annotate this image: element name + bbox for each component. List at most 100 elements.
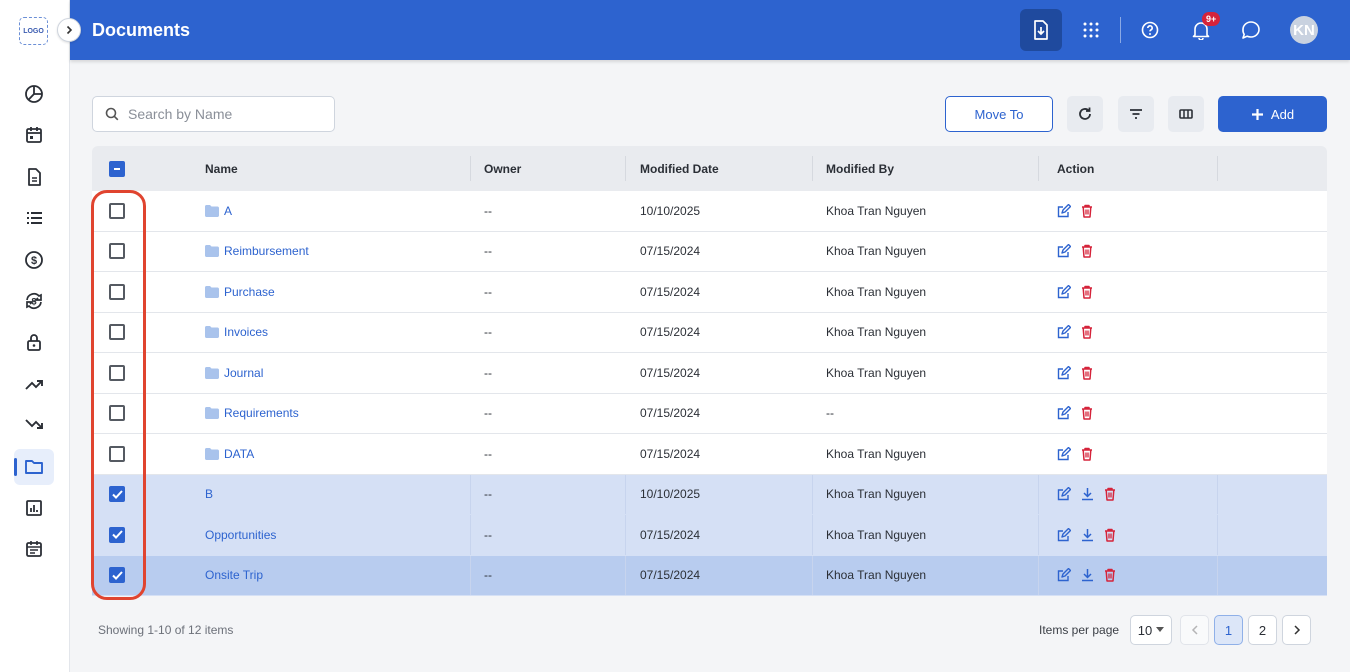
sidebar-item-income[interactable] bbox=[14, 366, 54, 402]
item-name-link[interactable]: Invoices bbox=[224, 325, 268, 339]
filter-button[interactable] bbox=[1118, 96, 1154, 132]
page-2-button[interactable]: 2 bbox=[1248, 615, 1277, 645]
column-header-modified-date[interactable]: Modified Date bbox=[640, 146, 719, 191]
sidebar-item-reports[interactable] bbox=[14, 490, 54, 526]
delete-button[interactable] bbox=[1081, 325, 1093, 339]
edit-button[interactable] bbox=[1057, 527, 1071, 542]
sidebar-item-exchange[interactable]: $ bbox=[14, 283, 54, 319]
sidebar-item-security[interactable] bbox=[14, 324, 54, 360]
edit-button[interactable] bbox=[1057, 365, 1071, 380]
sidebar-expand-button[interactable] bbox=[57, 18, 81, 42]
delete-button[interactable] bbox=[1104, 528, 1116, 542]
column-header-owner[interactable]: Owner bbox=[484, 146, 521, 191]
row-checkbox[interactable] bbox=[109, 283, 125, 300]
item-name-link[interactable]: Reimbursement bbox=[224, 244, 309, 258]
user-avatar[interactable]: KN bbox=[1290, 16, 1318, 44]
edit-button[interactable] bbox=[1057, 446, 1071, 461]
name-cell[interactable]: Opportunities bbox=[205, 515, 276, 555]
download-doc-button[interactable] bbox=[1020, 9, 1062, 51]
download-button[interactable] bbox=[1081, 528, 1094, 542]
edit-button[interactable] bbox=[1057, 284, 1071, 299]
column-header-modified-by[interactable]: Modified By bbox=[826, 146, 894, 191]
name-cell[interactable]: Invoices bbox=[205, 313, 268, 353]
table-row[interactable]: Invoices -- 07/15/2024 Khoa Tran Nguyen bbox=[92, 312, 1327, 353]
download-button[interactable] bbox=[1081, 568, 1094, 582]
sidebar-item-calendar[interactable] bbox=[14, 117, 54, 153]
name-cell[interactable]: Reimbursement bbox=[205, 232, 309, 272]
columns-button[interactable] bbox=[1168, 96, 1204, 132]
name-cell[interactable]: A bbox=[205, 191, 232, 231]
edit-button[interactable] bbox=[1057, 244, 1071, 258]
row-checkbox[interactable] bbox=[109, 202, 125, 219]
table-row[interactable]: A -- 10/10/2025 Khoa Tran Nguyen bbox=[92, 191, 1327, 232]
add-button[interactable]: Add bbox=[1218, 96, 1327, 132]
page-1-button[interactable]: 1 bbox=[1214, 615, 1243, 645]
name-cell[interactable]: Journal bbox=[205, 353, 263, 393]
name-cell[interactable]: Onsite Trip bbox=[205, 556, 263, 596]
search-box[interactable] bbox=[92, 96, 335, 132]
next-page-button[interactable] bbox=[1282, 615, 1311, 645]
column-header-name[interactable]: Name bbox=[205, 146, 238, 191]
item-name-link[interactable]: B bbox=[205, 487, 213, 501]
item-name-link[interactable]: Journal bbox=[224, 366, 263, 380]
delete-button[interactable] bbox=[1104, 487, 1116, 501]
item-name-link[interactable]: Requirements bbox=[224, 406, 299, 420]
refresh-button[interactable] bbox=[1067, 96, 1103, 132]
item-name-link[interactable]: Onsite Trip bbox=[205, 568, 263, 582]
prev-page-button[interactable] bbox=[1180, 615, 1209, 645]
items-per-page-select[interactable]: 10 bbox=[1130, 615, 1172, 645]
delete-button[interactable] bbox=[1081, 406, 1093, 420]
sidebar-item-finance[interactable]: $ bbox=[14, 242, 54, 278]
table-row[interactable]: Reimbursement -- 07/15/2024 Khoa Tran Nguye… bbox=[92, 231, 1327, 272]
sidebar-item-documents[interactable] bbox=[14, 449, 54, 485]
download-button[interactable] bbox=[1081, 487, 1094, 501]
table-row[interactable]: Opportunities -- 07/15/2024 Khoa Tran Nguye… bbox=[92, 515, 1327, 556]
table-row[interactable]: DATA -- 07/15/2024 Khoa Tran Nguyen bbox=[92, 434, 1327, 475]
sidebar-item-events[interactable] bbox=[14, 531, 54, 567]
delete-button[interactable] bbox=[1081, 366, 1093, 380]
table-row[interactable]: Onsite Trip -- 07/15/2024 Khoa Tran Nguyen bbox=[92, 555, 1327, 596]
delete-button[interactable] bbox=[1081, 204, 1093, 218]
delete-button[interactable] bbox=[1081, 244, 1093, 258]
row-checkbox[interactable] bbox=[109, 486, 125, 503]
name-cell[interactable]: Requirements bbox=[205, 394, 299, 434]
delete-button[interactable] bbox=[1081, 447, 1093, 461]
row-checkbox[interactable] bbox=[109, 243, 125, 260]
edit-button[interactable] bbox=[1057, 568, 1071, 582]
help-button[interactable] bbox=[1129, 9, 1171, 51]
move-to-button[interactable]: Move To bbox=[945, 96, 1053, 132]
table-row[interactable]: Requirements -- 07/15/2024 -- bbox=[92, 393, 1327, 434]
sidebar-item-documents-list[interactable] bbox=[14, 159, 54, 195]
name-cell[interactable]: Purchase bbox=[205, 272, 275, 312]
delete-button[interactable] bbox=[1104, 568, 1116, 582]
row-checkbox[interactable] bbox=[109, 364, 125, 381]
notifications-button[interactable]: 9+ bbox=[1180, 9, 1222, 51]
row-checkbox[interactable] bbox=[109, 445, 125, 462]
edit-button[interactable] bbox=[1057, 487, 1071, 501]
name-cell[interactable]: B bbox=[205, 475, 213, 515]
edit-button[interactable] bbox=[1057, 203, 1071, 218]
item-name-link[interactable]: Opportunities bbox=[205, 528, 276, 542]
search-input[interactable] bbox=[128, 106, 318, 122]
item-name-link[interactable]: DATA bbox=[224, 447, 254, 461]
delete-button[interactable] bbox=[1081, 285, 1093, 299]
row-checkbox[interactable] bbox=[109, 405, 125, 422]
apps-button[interactable] bbox=[1070, 9, 1112, 51]
table-row[interactable]: Journal -- 07/15/2024 Khoa Tran Nguyen bbox=[92, 353, 1327, 394]
modified-date-cell: 07/15/2024 bbox=[640, 244, 701, 259]
item-name-link[interactable]: Purchase bbox=[224, 285, 275, 299]
item-name-link[interactable]: A bbox=[224, 204, 232, 218]
select-all-checkbox[interactable] bbox=[109, 160, 125, 177]
row-checkbox[interactable] bbox=[109, 526, 125, 543]
table-row[interactable]: B -- 10/10/2025 Khoa Tran Nguyen bbox=[92, 474, 1327, 515]
chat-button[interactable] bbox=[1230, 9, 1272, 51]
row-checkbox[interactable] bbox=[109, 567, 125, 584]
sidebar-item-expense[interactable] bbox=[14, 407, 54, 443]
row-checkbox[interactable] bbox=[109, 324, 125, 341]
table-row[interactable]: Purchase -- 07/15/2024 Khoa Tran Nguyen bbox=[92, 272, 1327, 313]
sidebar-item-list[interactable] bbox=[14, 200, 54, 236]
sidebar-item-dashboard[interactable] bbox=[14, 76, 54, 112]
edit-button[interactable] bbox=[1057, 325, 1071, 339]
name-cell[interactable]: DATA bbox=[205, 434, 254, 474]
edit-button[interactable] bbox=[1057, 406, 1071, 420]
